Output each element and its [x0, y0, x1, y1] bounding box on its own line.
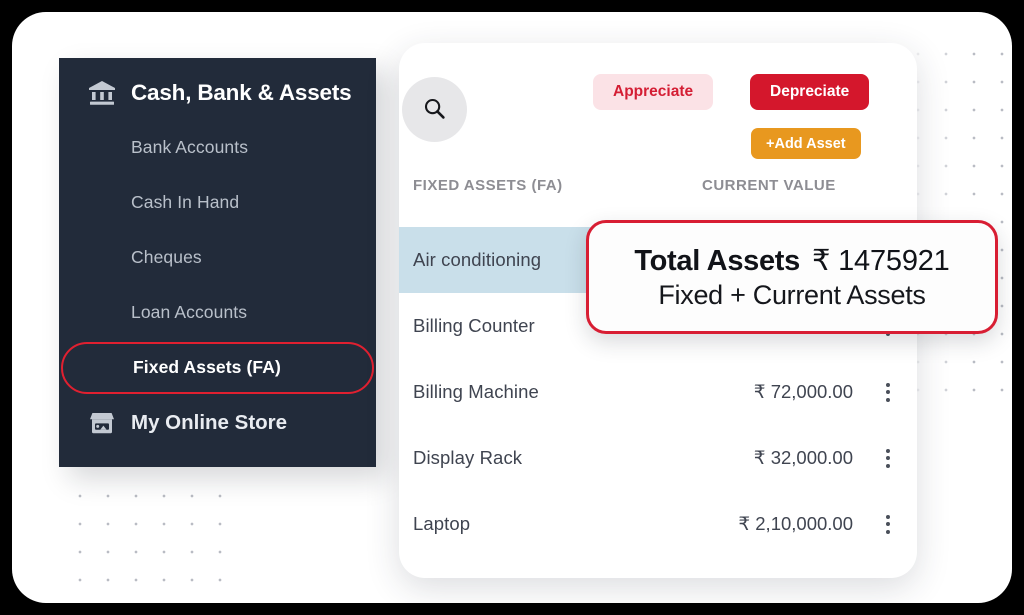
total-assets-label: Total Assets	[634, 245, 800, 278]
store-icon	[85, 411, 119, 435]
asset-name: Billing Counter	[413, 315, 535, 337]
sidebar-item-my-online-store[interactable]: My Online Store	[59, 395, 376, 451]
asset-value: ₹ 2,10,000.00	[649, 513, 853, 535]
asset-name: Billing Machine	[413, 381, 539, 403]
sidebar-item-cheques[interactable]: Cheques	[59, 230, 376, 285]
total-assets-subtitle: Fixed + Current Assets	[658, 280, 925, 311]
sidebar-item-label: My Online Store	[131, 411, 287, 435]
appreciate-button[interactable]: Appreciate	[593, 74, 713, 110]
more-options-icon[interactable]	[877, 449, 899, 468]
bank-icon	[85, 80, 119, 106]
column-header-current-value: CURRENT VALUE	[702, 177, 836, 194]
decorative-dot-grid-bottom-left	[62, 478, 238, 590]
add-asset-button[interactable]: +Add Asset	[751, 128, 861, 159]
sidebar-item-label: Cash In Hand	[131, 192, 239, 213]
app-card: Cash, Bank & Assets Bank Accounts Cash I…	[12, 12, 1012, 603]
total-assets-amount: ₹ 1475921	[812, 243, 950, 278]
sidebar-item-label: Bank Accounts	[131, 137, 248, 158]
column-header-fixed-assets: FIXED ASSETS (FA)	[413, 177, 563, 194]
table-row[interactable]: Laptop ₹ 2,10,000.00	[399, 491, 917, 557]
screenshot-stage: Cash, Bank & Assets Bank Accounts Cash I…	[0, 0, 1024, 615]
table-row[interactable]: Billing Machine ₹ 72,000.00	[399, 359, 917, 425]
sidebar-item-label: Fixed Assets (FA)	[133, 357, 281, 378]
sidebar-item-label: Loan Accounts	[131, 302, 247, 323]
asset-name: Air conditioning	[413, 249, 541, 271]
asset-name: Laptop	[413, 513, 470, 535]
sidebar-header[interactable]: Cash, Bank & Assets	[59, 58, 376, 120]
more-options-icon[interactable]	[877, 515, 899, 534]
sidebar: Cash, Bank & Assets Bank Accounts Cash I…	[59, 58, 376, 467]
table-header: FIXED ASSETS (FA) CURRENT VALUE	[399, 177, 917, 211]
asset-value: ₹ 32,000.00	[649, 447, 853, 469]
sidebar-header-label: Cash, Bank & Assets	[131, 80, 351, 106]
depreciate-button[interactable]: Depreciate	[750, 74, 869, 110]
sidebar-item-fixed-assets[interactable]: Fixed Assets (FA)	[61, 340, 376, 395]
table-row[interactable]: Display Rack ₹ 32,000.00	[399, 425, 917, 491]
more-options-icon[interactable]	[877, 383, 899, 402]
search-button[interactable]	[402, 77, 467, 142]
asset-value: ₹ 72,000.00	[649, 381, 853, 403]
total-assets-line: Total Assets ₹ 1475921	[634, 243, 949, 278]
sidebar-item-cash-in-hand[interactable]: Cash In Hand	[59, 175, 376, 230]
total-assets-callout: Total Assets ₹ 1475921 Fixed + Current A…	[586, 220, 998, 334]
sidebar-item-loan-accounts[interactable]: Loan Accounts	[59, 285, 376, 340]
asset-name: Display Rack	[413, 447, 522, 469]
search-icon	[423, 97, 446, 123]
sidebar-item-bank-accounts[interactable]: Bank Accounts	[59, 120, 376, 175]
sidebar-item-label: Cheques	[131, 247, 202, 268]
